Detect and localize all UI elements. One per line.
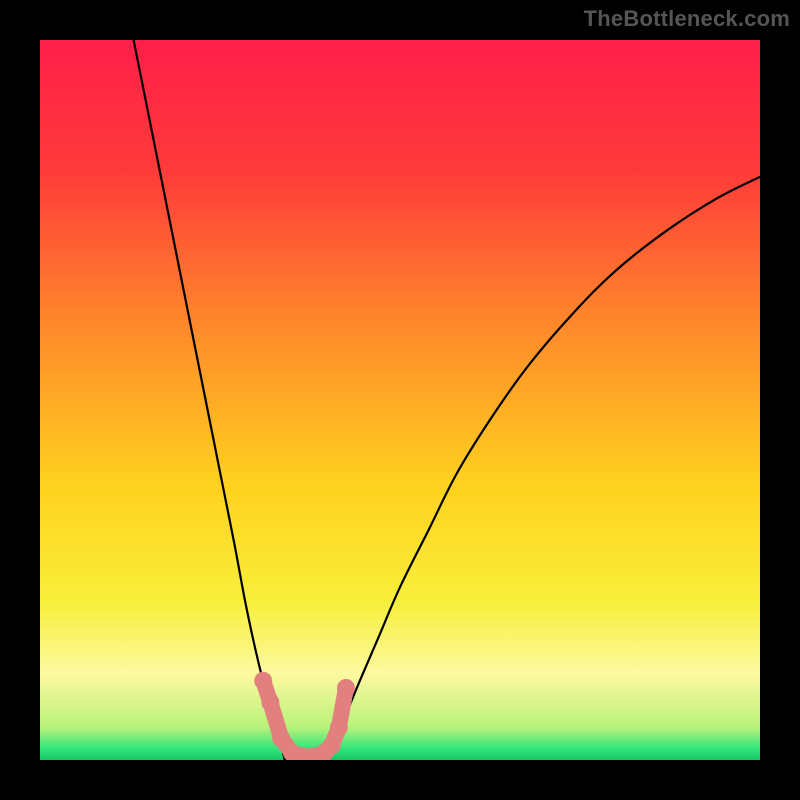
marker-dot bbox=[254, 672, 272, 690]
chart-svg bbox=[40, 40, 760, 760]
marker-dot bbox=[261, 693, 279, 711]
marker-dot bbox=[337, 679, 355, 697]
attribution-text: TheBottleneck.com bbox=[584, 6, 790, 32]
gradient-background bbox=[40, 40, 760, 760]
marker-dot bbox=[323, 737, 341, 755]
marker-dot bbox=[272, 729, 290, 747]
plot-area bbox=[40, 40, 760, 760]
chart-frame: TheBottleneck.com bbox=[0, 0, 800, 800]
marker-dot bbox=[330, 719, 348, 737]
